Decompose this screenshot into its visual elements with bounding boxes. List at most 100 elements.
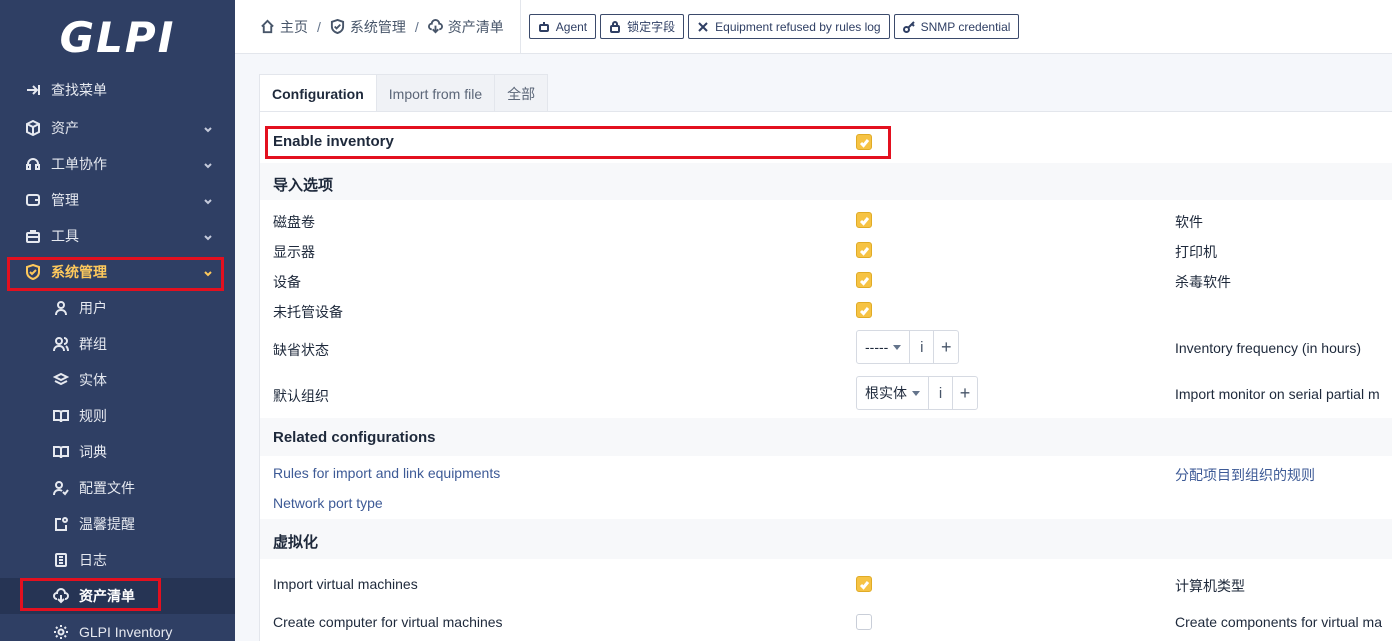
default-entity-row: 默认组织 根实体 i + Import monitor on serial pa… bbox=[260, 374, 1392, 414]
sidebar-item-assets[interactable]: 资产 bbox=[0, 110, 235, 146]
lock-icon bbox=[610, 20, 621, 33]
assign-rules-link[interactable]: 分配项目到组织的规则 bbox=[1175, 465, 1315, 485]
import-vms-row: Import virtual machines 计算机类型 bbox=[260, 570, 1392, 600]
book-icon bbox=[52, 407, 70, 425]
peripherals-checkbox[interactable] bbox=[856, 272, 872, 288]
import-monitor-serial-label: Import monitor on serial partial m bbox=[1175, 386, 1380, 402]
tab-bar: Configuration Import from file 全部 bbox=[259, 74, 549, 112]
sidebar-item-label: 系统管理 bbox=[51, 264, 107, 280]
sidebar: GLPI 查找菜单 资产 工单协作 管理 工具 系统管理 用户 群组 实体 规则… bbox=[0, 0, 235, 641]
sidebar-subitem-entities[interactable]: 实体 bbox=[0, 362, 235, 398]
sidebar-item-label: 资产清单 bbox=[79, 588, 135, 604]
config-panel: Enable inventory 导入选项 磁盘卷 软件 显示器 打印机 设备 … bbox=[259, 111, 1392, 641]
select-value: ----- bbox=[865, 339, 889, 355]
monitors-checkbox[interactable] bbox=[856, 242, 872, 258]
chevron-down-icon bbox=[203, 266, 213, 277]
layers-icon bbox=[52, 371, 70, 389]
import-vms-checkbox[interactable] bbox=[856, 576, 872, 592]
log-icon bbox=[52, 551, 70, 569]
caret-down-icon bbox=[912, 390, 920, 396]
default-entity-select[interactable]: 根实体 bbox=[857, 377, 929, 409]
software-label: 软件 bbox=[1175, 214, 1203, 230]
refused-equipment-button[interactable]: Equipment refused by rules log bbox=[688, 14, 890, 39]
glpi-logo[interactable]: GLPI bbox=[0, 0, 235, 74]
related-links-row: Rules for import and link equipments 分配项… bbox=[260, 460, 1392, 488]
snmp-credential-label: SNMP credential bbox=[920, 19, 1011, 34]
section-title: Related configurations bbox=[273, 429, 436, 446]
sidebar-subitem-inventory[interactable]: 资产清单 bbox=[0, 578, 235, 614]
tab-import-from-file[interactable]: Import from file bbox=[375, 74, 496, 112]
sidebar-item-label: 温馨提醒 bbox=[79, 516, 135, 532]
rules-import-link[interactable]: Rules for import and link equipments bbox=[273, 465, 500, 481]
sidebar-item-label: 用户 bbox=[79, 300, 107, 316]
arrow-right-icon bbox=[24, 81, 42, 99]
select-value: 根实体 bbox=[865, 385, 907, 401]
breadcrumb-label: 系统管理 bbox=[349, 18, 406, 35]
sidebar-item-label: 规则 bbox=[79, 408, 107, 424]
enable-inventory-checkbox[interactable] bbox=[856, 134, 872, 150]
breadcrumb-administration[interactable]: 系统管理 bbox=[330, 17, 406, 37]
sidebar-item-management[interactable]: 管理 bbox=[0, 182, 235, 218]
network-port-type-link[interactable]: Network port type bbox=[273, 495, 383, 511]
sidebar-subitem-users[interactable]: 用户 bbox=[0, 290, 235, 326]
create-computer-vms-checkbox[interactable] bbox=[856, 614, 872, 630]
default-entity-select-group: 根实体 i + bbox=[856, 376, 978, 410]
sidebar-item-find-menu[interactable]: 查找菜单 bbox=[0, 72, 235, 108]
locked-fields-button[interactable]: 锁定字段 bbox=[600, 14, 685, 39]
sidebar-subitem-glpi-inventory[interactable]: GLPI Inventory bbox=[0, 614, 235, 641]
sidebar-subitem-reminders[interactable]: 温馨提醒 bbox=[0, 506, 235, 542]
sidebar-item-tools[interactable]: 工具 bbox=[0, 218, 235, 254]
sidebar-subitem-profiles[interactable]: 配置文件 bbox=[0, 470, 235, 506]
sidebar-item-label: 工具 bbox=[51, 228, 79, 244]
monitors-row: 显示器 打印机 bbox=[260, 236, 1392, 266]
add-icon[interactable]: + bbox=[953, 377, 977, 409]
shield-icon bbox=[24, 263, 42, 281]
sidebar-subitem-rules[interactable]: 规则 bbox=[0, 398, 235, 434]
breadcrumb-inventory[interactable]: 资产清单 bbox=[427, 17, 504, 37]
sidebar-item-helpdesk[interactable]: 工单协作 bbox=[0, 146, 235, 182]
enable-inventory-row: Enable inventory bbox=[260, 130, 1392, 154]
chevron-down-icon bbox=[203, 158, 213, 169]
tab-configuration[interactable]: Configuration bbox=[259, 74, 377, 112]
briefcase-icon bbox=[24, 227, 42, 245]
create-components-vms-label: Create components for virtual ma bbox=[1175, 614, 1382, 630]
info-icon[interactable]: i bbox=[910, 331, 935, 363]
peripherals-label: 设备 bbox=[273, 274, 301, 290]
computer-type-label: 计算机类型 bbox=[1175, 578, 1245, 594]
chevron-down-icon bbox=[203, 122, 213, 133]
unmanaged-label: 未托管设备 bbox=[273, 304, 343, 320]
enable-inventory-label: Enable inventory bbox=[273, 133, 394, 150]
snmp-credential-button[interactable]: SNMP credential bbox=[893, 14, 1020, 39]
sidebar-item-label: GLPI Inventory bbox=[79, 624, 173, 640]
sidebar-item-label: 资产 bbox=[51, 120, 79, 136]
breadcrumb-separator: / bbox=[414, 18, 419, 35]
tab-all[interactable]: 全部 bbox=[494, 74, 549, 112]
default-status-select[interactable]: ----- bbox=[857, 331, 911, 363]
peripherals-row: 设备 杀毒软件 bbox=[260, 266, 1392, 296]
unmanaged-checkbox[interactable] bbox=[856, 302, 872, 318]
cloud-download-icon bbox=[427, 19, 443, 34]
breadcrumb-home[interactable]: 主页 bbox=[260, 17, 308, 37]
key-icon bbox=[902, 20, 915, 33]
breadcrumb-label: 资产清单 bbox=[447, 18, 504, 35]
sidebar-subitem-logs[interactable]: 日志 bbox=[0, 542, 235, 578]
info-icon[interactable]: i bbox=[929, 377, 953, 409]
sidebar-subitem-dictionaries[interactable]: 词典 bbox=[0, 434, 235, 470]
robot-icon bbox=[538, 21, 549, 32]
virtualization-header: 虚拟化 bbox=[260, 519, 1392, 559]
add-icon[interactable]: + bbox=[934, 331, 958, 363]
wallet-icon bbox=[24, 191, 42, 209]
home-icon bbox=[261, 19, 274, 34]
users-icon bbox=[52, 335, 70, 353]
default-status-label: 缺省状态 bbox=[273, 342, 329, 358]
volumes-checkbox[interactable] bbox=[856, 212, 872, 228]
monitors-label: 显示器 bbox=[273, 244, 315, 260]
unmanaged-row: 未托管设备 bbox=[260, 296, 1392, 326]
agent-button[interactable]: Agent bbox=[528, 14, 597, 39]
cloud-download-icon bbox=[52, 587, 70, 605]
sidebar-item-label: 管理 bbox=[51, 192, 79, 208]
import-vms-label: Import virtual machines bbox=[273, 576, 418, 592]
sidebar-item-administration[interactable]: 系统管理 bbox=[0, 254, 235, 290]
sidebar-item-label: 日志 bbox=[79, 552, 107, 568]
sidebar-subitem-groups[interactable]: 群组 bbox=[0, 326, 235, 362]
